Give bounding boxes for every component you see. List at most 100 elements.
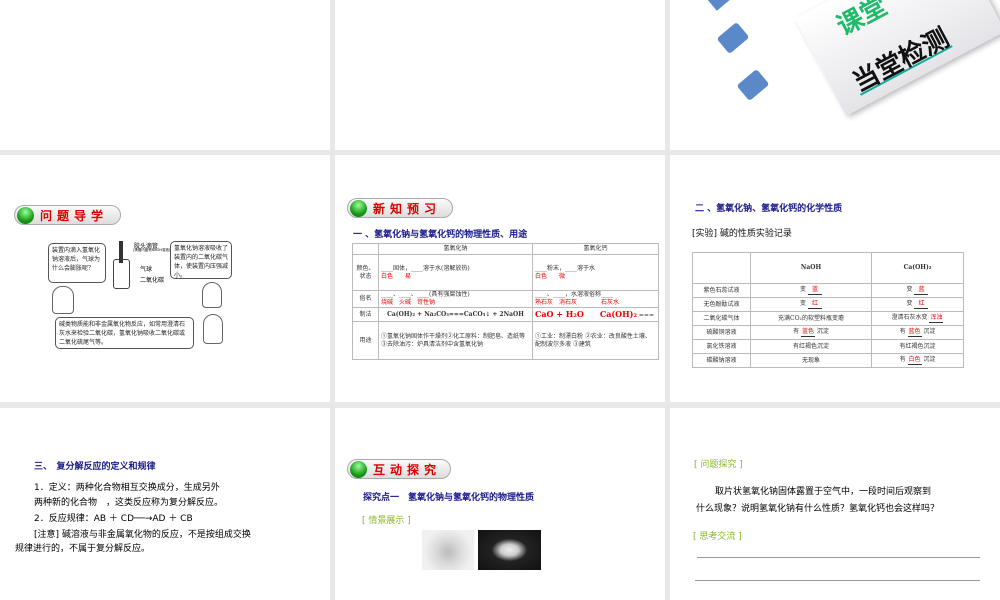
table-row: 硫酸铜溶液有 蓝色 沉淀有 蓝色 沉淀 — [692, 325, 964, 340]
section-pill: 互动探究 — [347, 459, 451, 479]
scene-label: [ 情景展示 ] — [362, 516, 411, 526]
arrow-icon — [716, 21, 750, 55]
section-heading: 二 、氢氧化钠、氢氧化钙的化学性质 — [695, 204, 843, 214]
cell-text: ____固体，____溶于水(溶解放热) — [381, 264, 470, 272]
cell-caoh: 变 红 — [871, 297, 964, 312]
row-label: 硫酸铜溶液 — [692, 325, 751, 340]
cell-naoh: 变 红 — [750, 297, 872, 312]
table-row: 碳酸钠溶液 无现象 有 白色 沉淀 — [692, 353, 964, 368]
table-header — [352, 243, 379, 255]
dropper-icon — [119, 241, 123, 263]
cell-text: 变 — [906, 286, 913, 293]
section-heading: 探究点一 氢氧化钠与氢氧化钙的物理性质 — [363, 493, 535, 503]
slide-thumbnail-wenti-tanjiu[interactable]: [ 问题探究 ] 取片状氢氧化钠固体露置于空气中，一段时间后观察到 什么现象？说… — [670, 408, 1000, 600]
speech-bubble-explanation: 碱类物质能和非金属氧化物反应，如常用澄清石灰水来检验二氧化碳，氢氧化钠吸收二氧化… — [55, 317, 194, 349]
cell-text: 有 — [899, 356, 906, 363]
cell-text: 有红褐色沉淀 — [899, 342, 936, 350]
table-row: 颜色、状态 ____固体，____溶于水(溶解放热) 白色 易 ____粉末，____… — [352, 254, 659, 291]
question-text: 取片状氢氧化钠固体露置于空气中，一段时间后观察到 — [715, 487, 932, 497]
question-text: 什么现象？说明氢氧化钠有什么性质？氢氧化钙也会这样吗？ — [696, 504, 940, 514]
row-label: 用途 — [352, 321, 379, 360]
rule-line: 2．反应规律：AB ＋ CD──→AD ＋ CB — [34, 514, 193, 524]
cell-text: 有 — [899, 328, 906, 335]
slide-thumbnail-top-2[interactable] — [335, 0, 665, 150]
cell-answer: 烧碱 火碱 苛性钠 — [381, 299, 436, 306]
cell-naoh: 充满CO₂的软塑料瓶变瘪 — [750, 311, 872, 326]
cell-caoh: 变 蓝 — [871, 283, 964, 298]
section-heading: 三、 复分解反应的定义和规律 — [34, 462, 156, 472]
row-label: 氯化铁溶液 — [692, 339, 751, 354]
table-header: Ca(OH)₂ — [871, 252, 964, 284]
cell-answer: 蓝色 — [801, 328, 815, 337]
table-row: 氯化铁溶液 有红褐色沉淀 有红褐色沉淀 — [692, 339, 964, 354]
flask-icon — [113, 259, 130, 289]
answer-line — [697, 557, 980, 558]
cell-text: 有红褐色沉淀 — [792, 342, 829, 350]
cell-answer: 白色 — [907, 356, 922, 365]
cell-text: 沉淀 — [923, 328, 936, 335]
table-header: NaOH — [750, 252, 872, 284]
slide-thumbnail-wenti-daoxue[interactable]: 问题导学 装置内滴入氢氧化钠溶液后，气球为什么会膨胀呢？ 氢氧化钠溶液吸收了装置… — [0, 155, 330, 402]
cell-answer: 红 — [807, 300, 822, 309]
cell-caoh: 有 蓝色 沉淀 — [871, 325, 964, 340]
question-label: [ 问题探究 ] — [694, 460, 743, 470]
cell-answer: 红 — [914, 300, 929, 309]
pill-label: 问题导学 — [40, 208, 109, 223]
cell-text: 充满CO₂的软塑料瓶变瘪 — [778, 314, 844, 322]
speech-bubble-question: 装置内滴入氢氧化钠溶液后，气球为什么会膨胀呢？ — [48, 243, 106, 283]
slide-thumbnail-top-3[interactable]: 课堂 当堂检测 — [670, 0, 1000, 150]
cell-text: ____、____，水溶液俗称____ — [535, 291, 614, 299]
cell-answer: 白色 易 — [381, 272, 412, 280]
cell-caoh: 有 白色 沉淀 — [871, 353, 964, 368]
girl-figure — [52, 286, 74, 314]
cell-naoh: 有 蓝色 沉淀 — [750, 325, 872, 340]
naoh-photo — [422, 530, 474, 570]
slide-thumbnail-top-1[interactable] — [0, 0, 330, 150]
cell-text: 无现象 — [801, 356, 820, 364]
cell-caoh: 澄清石灰水变 浑浊 — [871, 311, 964, 326]
slide-thumbnail-hudong-tanjiu[interactable]: 互动探究 探究点一 氢氧化钠与氢氧化钙的物理性质 [ 情景展示 ] — [335, 408, 665, 600]
slide-thumbnail-xinzhi-yuxi[interactable]: 新知预习 一 、氢氧化钠与氢氧化钙的物理性质、用途 氢氧化钠 氢氧化钙 颜色、状态… — [335, 155, 665, 402]
cell-answer: 熟石灰 消石灰 石灰水 — [535, 299, 620, 306]
cell-text: ①氢氧化钠固体作干燥剂②化工原料：制肥皂、造纸等③去除油污：炉具清洁剂中含氢氧化… — [378, 321, 533, 360]
cell-answer: 蓝 — [914, 286, 929, 295]
cell-text: === — [638, 312, 654, 319]
table-header: 氢氧化钙 — [532, 243, 659, 255]
table-header: 氢氧化钠 — [378, 243, 533, 255]
speech-bubble-answer: 氢氧化钠溶液吸收了装置内的二氧化碳气体，使装置内压强减小。 — [170, 241, 232, 279]
slide-thumbnail-double-decomposition[interactable]: 三、 复分解反应的定义和规律 1．定义：两种化合物相互交换成分，生成另外 两种新… — [0, 408, 330, 600]
cell-naoh: 无现象 — [750, 353, 872, 368]
table-header — [692, 252, 751, 284]
row-label: 二氧化碳气体 — [692, 311, 751, 326]
row-label: 紫色石蕊试液 — [692, 283, 751, 298]
row-label: 碳酸钠溶液 — [692, 353, 751, 368]
slide-thumbnail-chemical-properties[interactable]: 二 、氢氧化钠、氢氧化钙的化学性质 [实验] 碱的性质实验记录 NaOH Ca(O… — [670, 155, 1000, 402]
cell-naoh: 有红褐色沉淀 — [750, 339, 872, 354]
cell-text: 沉淀 — [923, 356, 936, 363]
cell-text: 沉淀 — [816, 328, 829, 335]
note-line: [注意] 碱溶液与非金属氧化物的反应，不是按组成交换 — [34, 530, 251, 540]
pill-label: 互动探究 — [373, 462, 442, 477]
section-heading: 一 、氢氧化钠与氢氧化钙的物理性质、用途 — [353, 230, 528, 240]
balloon-label: 气球 — [140, 266, 153, 273]
answer-line — [695, 580, 980, 581]
green-ball-icon — [350, 199, 367, 217]
co2-label: 二氧化碳 — [140, 277, 165, 284]
cell-caoh: 有红褐色沉淀 — [871, 339, 964, 354]
pill-label: 新知预习 — [373, 201, 442, 216]
row-label: 无色酚酞试液 — [692, 297, 751, 312]
boy-figure — [203, 314, 223, 344]
table-row: 二氧化碳气体 充满CO₂的软塑料瓶变瘪 澄清石灰水变 浑浊 — [692, 311, 964, 326]
definition-line: 1．定义：两种化合物相互交换成分，生成另外 — [34, 483, 220, 493]
cell-text: ①工业：制漂白粉 ②农业：改良酸性土壤、配制波尔多液 ③建筑 — [532, 321, 659, 360]
cell-answer: 蓝色 — [907, 328, 922, 337]
row-label: 俗名 — [352, 290, 379, 308]
table-row: 俗名 ____、____、____(具有强腐蚀性) 烧碱 火碱 苛性钠 ____、__… — [352, 290, 659, 308]
row-label: 制法 — [352, 307, 379, 322]
dropper-note: (滴管内盛有NaOH溶液) — [133, 248, 171, 252]
cell-text: 变 — [906, 300, 913, 307]
note-line: 规律进行的，不属于复分解反应。 — [15, 544, 151, 554]
arrow-icon — [707, 0, 733, 11]
cell-answer: CaO + H₂O Ca(OH)₂ — [535, 309, 637, 319]
caoh-photo — [478, 530, 541, 570]
